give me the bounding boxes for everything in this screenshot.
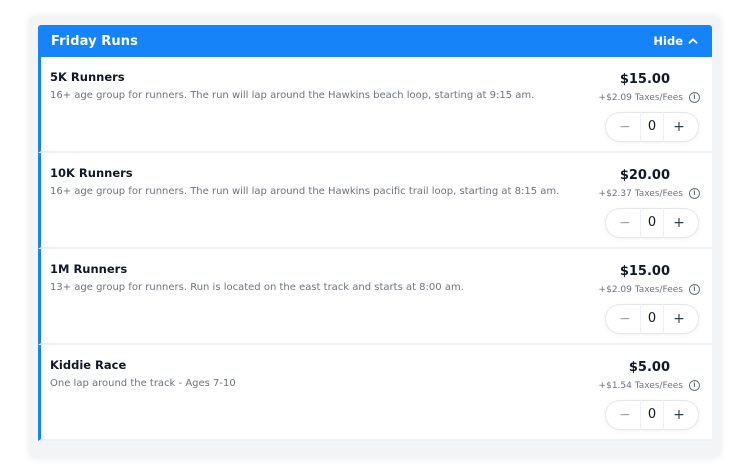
ticket-description: 16+ age group for runners. The run will … xyxy=(50,90,535,101)
quantity-value[interactable]: 0 xyxy=(640,208,664,238)
decrement-button[interactable]: − xyxy=(618,311,632,327)
ticket-item: Kiddie Race One lap around the track - A… xyxy=(38,345,712,441)
ticket-widget: Friday Runs Hide 5K Runners 16+ age grou… xyxy=(30,17,720,457)
hide-toggle-button[interactable]: Hide xyxy=(653,34,698,48)
chevron-up-icon xyxy=(688,38,698,44)
increment-button[interactable]: + xyxy=(672,215,686,231)
quantity-stepper: − 0 + xyxy=(605,304,699,334)
quantity-stepper: − 0 + xyxy=(605,400,699,430)
ticket-description: 13+ age group for runners. Run is locate… xyxy=(50,282,464,293)
ticket-title: 1M Runners xyxy=(50,262,128,276)
ticket-fees: +$1.54 Taxes/Fees i xyxy=(599,380,700,391)
ticket-price: $20.00 xyxy=(619,168,670,183)
ticket-price: $15.00 xyxy=(619,72,670,87)
fees-text: +$2.09 Taxes/Fees xyxy=(598,92,683,103)
decrement-button[interactable]: − xyxy=(618,119,632,135)
ticket-item: 10K Runners 16+ age group for runners. T… xyxy=(38,153,712,249)
increment-button[interactable]: + xyxy=(672,311,686,327)
ticket-fees: +$2.09 Taxes/Fees i xyxy=(599,92,700,103)
ticket-title: 10K Runners xyxy=(50,166,133,180)
ticket-item: 5K Runners 16+ age group for runners. Th… xyxy=(38,57,712,153)
ticket-title: Kiddie Race xyxy=(50,358,127,372)
ticket-title: 5K Runners xyxy=(50,70,125,84)
info-icon[interactable]: i xyxy=(689,92,700,103)
decrement-button[interactable]: − xyxy=(618,215,632,231)
info-icon[interactable]: i xyxy=(689,284,700,295)
ticket-price: $15.00 xyxy=(619,264,670,279)
decrement-button[interactable]: − xyxy=(618,407,632,423)
ticket-price: $5.00 xyxy=(628,360,670,375)
quantity-value[interactable]: 0 xyxy=(640,112,664,142)
ticket-description: 16+ age group for runners. The run will … xyxy=(50,186,560,197)
section-header: Friday Runs Hide xyxy=(38,25,712,57)
quantity-stepper: − 0 + xyxy=(605,112,699,142)
increment-button[interactable]: + xyxy=(672,119,686,135)
section-title: Friday Runs xyxy=(51,33,138,49)
quantity-value[interactable]: 0 xyxy=(640,400,664,430)
fees-text: +$2.37 Taxes/Fees xyxy=(598,188,683,199)
quantity-stepper: − 0 + xyxy=(605,208,699,238)
hide-label: Hide xyxy=(653,34,683,48)
ticket-panel: Friday Runs Hide 5K Runners 16+ age grou… xyxy=(38,25,712,441)
ticket-description: One lap around the track - Ages 7-10 xyxy=(50,378,236,389)
ticket-fees: +$2.09 Taxes/Fees i xyxy=(599,284,700,295)
fees-text: +$1.54 Taxes/Fees xyxy=(598,380,683,391)
increment-button[interactable]: + xyxy=(672,407,686,423)
info-icon[interactable]: i xyxy=(689,188,700,199)
info-icon[interactable]: i xyxy=(689,380,700,391)
ticket-fees: +$2.37 Taxes/Fees i xyxy=(599,188,700,199)
quantity-value[interactable]: 0 xyxy=(640,304,664,334)
ticket-item: 1M Runners 13+ age group for runners. Ru… xyxy=(38,249,712,345)
fees-text: +$2.09 Taxes/Fees xyxy=(598,284,683,295)
